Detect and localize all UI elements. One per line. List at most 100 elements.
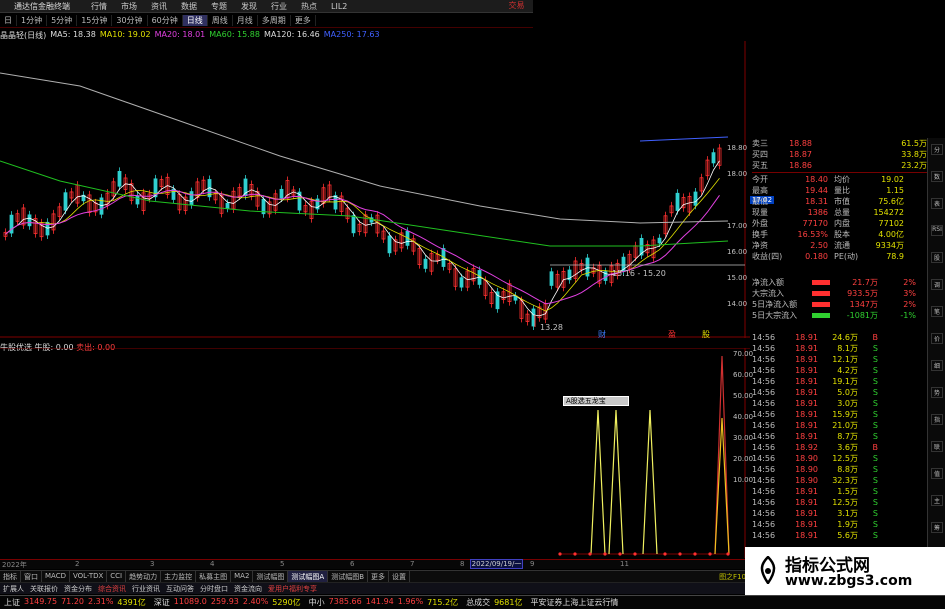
subtab-expand[interactable]: 扩展人	[0, 583, 27, 594]
stat-label: 股本	[834, 230, 850, 239]
tick-price: 18.91	[795, 487, 818, 496]
marker-finance[interactable]: 财	[598, 329, 606, 338]
candle-body	[117, 170, 122, 187]
order-label: 买五	[752, 161, 768, 170]
side-button[interactable]: 股	[931, 252, 943, 263]
side-button[interactable]: RSI	[931, 225, 943, 236]
period-30min[interactable]: 30分钟	[112, 15, 148, 26]
side-button[interactable]: 筹	[931, 522, 943, 533]
tick-list[interactable]: 14:56 18.91 24.6万 B 14:56 18.91 8.1万 S 14:56 18.9…	[752, 332, 927, 541]
stat-value: 77170	[802, 219, 828, 228]
period-monthly[interactable]: 月线	[233, 15, 258, 26]
cursor-date-tag: 2022/09/19/一	[470, 559, 523, 569]
tab-test-b[interactable]: 测试幅图B	[328, 571, 369, 582]
side-button[interactable]: 主	[931, 495, 943, 506]
side-button[interactable]: 联	[931, 441, 943, 452]
index-shanghai[interactable]: 上证 3149.75 71.20 2.31% 4391亿	[0, 597, 150, 608]
menu-item-market[interactable]: 市场	[114, 1, 144, 12]
subtab-industry-news[interactable]: 行业资讯	[129, 583, 163, 594]
side-button[interactable]: 指	[931, 414, 943, 425]
stat-value: 18.40	[805, 175, 828, 184]
subtab-fund-flow[interactable]: 资金流向	[231, 583, 265, 594]
order-price: 18.86	[789, 161, 812, 170]
stat-row: 净资 2.50 流通 9334万	[752, 240, 927, 251]
period-5min[interactable]: 5分钟	[47, 15, 78, 26]
tab-macd[interactable]: MACD	[42, 571, 70, 582]
tick-flag: B	[872, 333, 879, 342]
marker-stock[interactable]: 股	[702, 330, 710, 338]
tick-flag: S	[872, 432, 878, 441]
tab-main-monitor[interactable]: 主力监控	[161, 571, 197, 582]
side-button[interactable]: 势	[931, 387, 943, 398]
candle-body	[711, 152, 716, 164]
side-button[interactable]: 价	[931, 333, 943, 344]
tab-test[interactable]: 测试幅图	[253, 571, 289, 582]
stat-row: 最高 19.44 量比 1.15	[752, 185, 927, 196]
tick-volume: 12.5万	[832, 454, 858, 463]
period-daily[interactable]: 日线	[182, 15, 208, 26]
index-smallcap[interactable]: 中小 7385.66 141.94 1.96% 715.2亿	[305, 597, 462, 608]
stat-value: 4.00亿	[878, 230, 904, 239]
indicator-chart[interactable]	[0, 348, 750, 558]
price-label-3: 17.00	[727, 222, 748, 230]
candlestick-chart[interactable]: 13.28 15.16 - 15.20 财 盈 股 18.80	[0, 41, 750, 338]
period-multi[interactable]: 多周期	[258, 15, 291, 26]
tab-settings[interactable]: 设置	[389, 571, 411, 582]
tab-indicator[interactable]: 指标	[0, 571, 21, 582]
divider	[752, 172, 927, 173]
subtab-news[interactable]: 综合资讯	[95, 583, 129, 594]
menu-item-news[interactable]: 资讯	[144, 1, 174, 12]
menu-item-industry[interactable]: 行业	[264, 1, 294, 12]
tick-time: 14:56	[752, 465, 776, 474]
ma60-value: MA60: 15.88	[209, 30, 260, 39]
flow-row: 净流入额 21.7万 2%	[752, 277, 927, 288]
menu-item-quote[interactable]: 行情	[84, 1, 114, 12]
index-amount: 4391亿	[117, 598, 146, 607]
period-15min[interactable]: 15分钟	[77, 15, 113, 26]
tick-row: 14:56 18.91 3.1万 S	[752, 508, 927, 519]
scale-40: 40.00	[733, 413, 754, 421]
tick-volume: 15.9万	[832, 410, 858, 419]
tick-price: 18.91	[795, 531, 818, 540]
marker-profit[interactable]: 盈	[668, 330, 676, 338]
subtab-related[interactable]: 关联报价	[27, 583, 61, 594]
side-button[interactable]: 分	[931, 144, 943, 155]
menu-item-topic[interactable]: 专题	[204, 1, 234, 12]
tick-time: 14:56	[752, 366, 776, 375]
menu-item-hot[interactable]: 热点	[294, 1, 324, 12]
period-more[interactable]: 更多	[291, 15, 316, 26]
candle-body	[27, 214, 32, 227]
menu-item-data[interactable]: 数据	[174, 1, 204, 12]
tick-time: 14:56	[752, 344, 776, 353]
side-button[interactable]: 笔	[931, 306, 943, 317]
period-day[interactable]: 日	[0, 15, 17, 26]
indicator-popup[interactable]: A股选五龙宝	[563, 396, 629, 406]
side-button[interactable]: 表	[931, 198, 943, 209]
side-button[interactable]: 值	[931, 468, 943, 479]
subtab-fund-dist[interactable]: 资金分布	[61, 583, 95, 594]
tab-cci[interactable]: CCI	[107, 571, 127, 582]
broker-info[interactable]: 平安证券上海上证云行情	[526, 597, 622, 608]
side-button[interactable]: 调	[931, 279, 943, 290]
tab-window[interactable]: 窗口	[21, 571, 42, 582]
side-button[interactable]: 细	[931, 360, 943, 371]
tab-ma2[interactable]: MA2	[231, 571, 254, 582]
stat-label: 外盘	[752, 219, 768, 228]
period-60min[interactable]: 60分钟	[148, 15, 183, 26]
index-shenzhen[interactable]: 深证 11089.0 259.93 2.40% 5290亿	[150, 597, 305, 608]
order-row: 买五 18.86 23.2万	[752, 160, 927, 171]
tab-private-main[interactable]: 私募主图	[196, 571, 232, 582]
tab-vol-tdx[interactable]: VOL-TDX	[70, 571, 108, 582]
subtab-qa[interactable]: 互动问答	[163, 583, 197, 594]
period-1min[interactable]: 1分钟	[17, 15, 48, 26]
tab-test-a[interactable]: 测试幅图A	[288, 571, 329, 582]
menu-item-discover[interactable]: 发现	[234, 1, 264, 12]
side-button[interactable]: 数	[931, 171, 943, 182]
tab-trend[interactable]: 趋势动力	[126, 571, 162, 582]
subtab-tick[interactable]: 分时盘口	[197, 583, 231, 594]
tab-more[interactable]: 更多	[368, 571, 390, 582]
tick-volume: 32.3万	[832, 476, 858, 485]
trade-link[interactable]: 交易	[500, 0, 533, 13]
subtab-user-benefit[interactable]: 爱用户福利专享	[265, 583, 320, 594]
period-weekly[interactable]: 周线	[208, 15, 233, 26]
